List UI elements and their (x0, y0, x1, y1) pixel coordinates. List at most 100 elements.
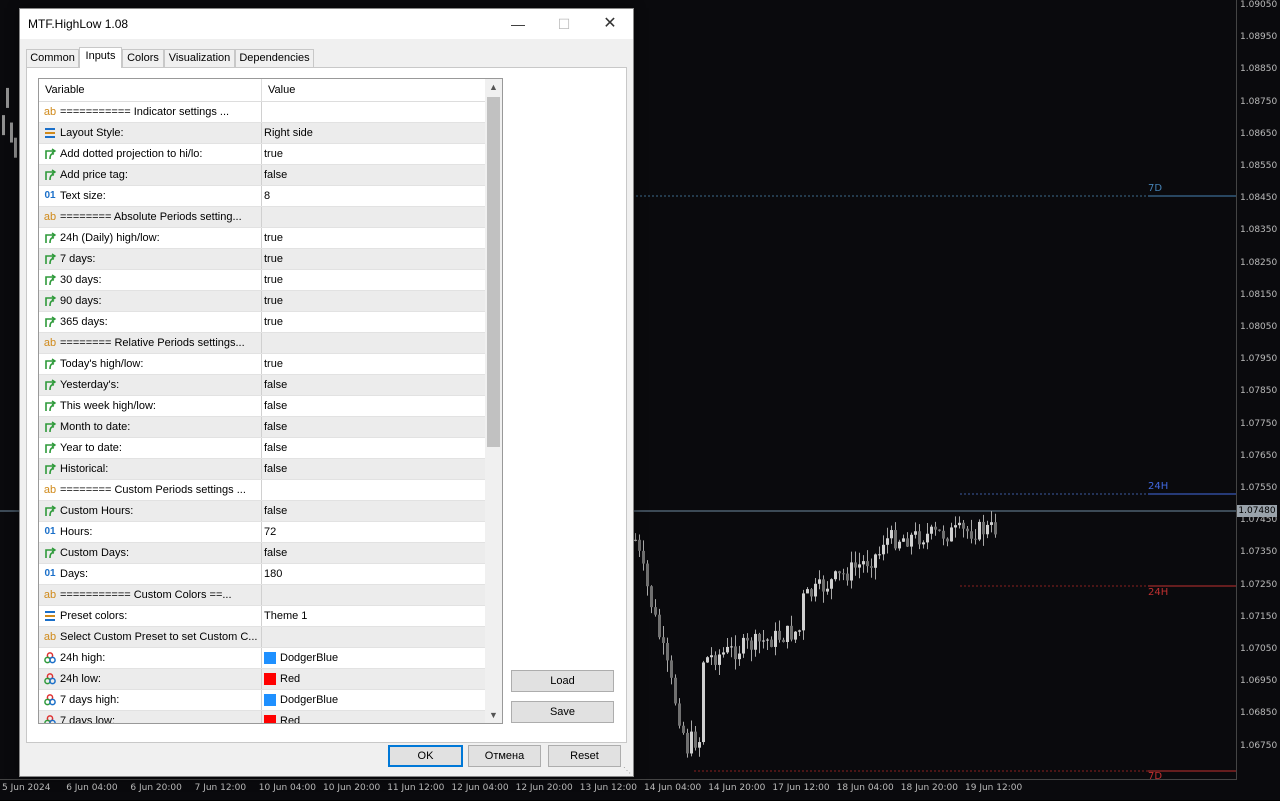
header-value[interactable]: Value (262, 79, 484, 101)
table-row[interactable]: 7 days high: DodgerBlue (39, 690, 485, 711)
table-row[interactable]: 01 Days: 180 (39, 564, 485, 585)
value-cell[interactable]: 8 (262, 186, 485, 206)
value-cell[interactable]: true (262, 354, 485, 374)
table-row[interactable]: 01 Text size: 8 (39, 186, 485, 207)
candle-body (694, 731, 697, 748)
tab-inputs[interactable]: Inputs (79, 47, 122, 68)
value-cell[interactable] (262, 102, 485, 122)
table-row[interactable]: 24h (Daily) high/low: true (39, 228, 485, 249)
save-button[interactable]: Save (511, 701, 614, 723)
value-cell[interactable]: Red (262, 711, 485, 723)
value-cell[interactable]: true (262, 144, 485, 164)
table-row[interactable]: ab ======== Custom Periods settings ... (39, 480, 485, 501)
value-cell[interactable]: false (262, 417, 485, 437)
table-row[interactable]: ab ======== Absolute Periods setting... (39, 207, 485, 228)
value-cell[interactable]: false (262, 165, 485, 185)
table-row[interactable]: ab ======== Relative Periods settings... (39, 333, 485, 354)
close-icon[interactable]: ✕ (587, 9, 633, 39)
table-row[interactable]: Month to date: false (39, 417, 485, 438)
value-cell[interactable]: 72 (262, 522, 485, 542)
table-row[interactable]: Yesterday's: false (39, 375, 485, 396)
bool-icon (43, 378, 57, 392)
value-cell[interactable]: Red (262, 669, 485, 689)
table-row[interactable]: Layout Style: Right side (39, 123, 485, 144)
table-row[interactable]: ab =========== Custom Colors ==... (39, 585, 485, 606)
candle-body (882, 544, 885, 555)
candle-body (690, 731, 693, 754)
inputs-grid[interactable]: Variable Value ab =========== Indicator s… (38, 78, 503, 724)
value-cell[interactable]: true (262, 228, 485, 248)
table-row[interactable]: Add price tag: false (39, 165, 485, 186)
value-cell[interactable] (262, 585, 485, 605)
value-cell[interactable]: false (262, 501, 485, 521)
table-row[interactable]: Historical: false (39, 459, 485, 480)
value-cell[interactable]: false (262, 396, 485, 416)
table-row[interactable]: 90 days: true (39, 291, 485, 312)
table-row[interactable]: ab Select Custom Preset to set Custom C..… (39, 627, 485, 648)
tab-common[interactable]: Common (26, 49, 79, 67)
candle-body (670, 660, 673, 678)
candle-body (2, 115, 5, 136)
price-tick-label: 1.08050 (1240, 322, 1278, 332)
value-cell[interactable] (262, 480, 485, 500)
value-cell[interactable]: false (262, 459, 485, 479)
candle-body (894, 530, 897, 549)
time-tick-label: 6 Jun 20:00 (130, 783, 182, 793)
table-row[interactable]: Add dotted projection to hi/lo: true (39, 144, 485, 165)
value-cell[interactable]: false (262, 438, 485, 458)
table-row[interactable]: 365 days: true (39, 312, 485, 333)
load-button[interactable]: Load (511, 670, 614, 692)
value-cell[interactable]: Theme 1 (262, 606, 485, 626)
scroll-up-icon[interactable]: ▲ (485, 79, 502, 95)
value-cell[interactable] (262, 207, 485, 227)
reset-button[interactable]: Reset (548, 745, 621, 767)
value-cell[interactable]: false (262, 375, 485, 395)
ok-button[interactable]: OK (388, 745, 463, 767)
scroll-down-icon[interactable]: ▼ (485, 707, 502, 723)
variable-label: 7 days: (60, 253, 96, 265)
bool-icon (43, 252, 57, 266)
cancel-button[interactable]: Отмена (468, 745, 541, 767)
candle-body (686, 732, 689, 754)
value-cell[interactable]: 180 (262, 564, 485, 584)
value-cell[interactable]: true (262, 249, 485, 269)
table-row[interactable]: Custom Days: false (39, 543, 485, 564)
table-row[interactable]: 24h low: Red (39, 669, 485, 690)
tab-dependencies[interactable]: Dependencies (235, 49, 314, 67)
value-cell[interactable]: true (262, 312, 485, 332)
candle-body (662, 637, 665, 644)
grid-scrollbar[interactable]: ▲ ▼ (485, 79, 502, 723)
table-row[interactable]: 30 days: true (39, 270, 485, 291)
table-row[interactable]: ab =========== Indicator settings ... (39, 102, 485, 123)
tab-visualization[interactable]: Visualization (164, 49, 235, 67)
resize-grip-icon[interactable]: ⋱ (623, 766, 631, 775)
scroll-thumb[interactable] (487, 97, 500, 447)
candle-body (838, 571, 841, 574)
value-cell[interactable]: Right side (262, 123, 485, 143)
minimize-icon[interactable]: — (495, 9, 541, 39)
table-row[interactable]: Preset colors: Theme 1 (39, 606, 485, 627)
table-row[interactable]: 7 days low: Red (39, 711, 485, 723)
variable-label: Custom Days: (60, 547, 130, 559)
table-row[interactable]: 24h high: DodgerBlue (39, 648, 485, 669)
value-cell[interactable]: true (262, 291, 485, 311)
value-cell[interactable]: false (262, 543, 485, 563)
variable-cell: ab ======== Custom Periods settings ... (39, 480, 262, 500)
table-row[interactable]: Today's high/low: true (39, 354, 485, 375)
value-cell[interactable] (262, 627, 485, 647)
value-cell[interactable] (262, 333, 485, 353)
indicator-properties-dialog: MTF.HighLow 1.08 — ☐ ✕ Common Inputs Col… (19, 8, 634, 777)
dialog-titlebar[interactable]: MTF.HighLow 1.08 — ☐ ✕ (20, 9, 633, 39)
candle-body (870, 566, 873, 568)
value-cell[interactable]: DodgerBlue (262, 690, 485, 710)
table-row[interactable]: Custom Hours: false (39, 501, 485, 522)
value-cell[interactable]: DodgerBlue (262, 648, 485, 668)
table-row[interactable]: 7 days: true (39, 249, 485, 270)
table-row[interactable]: Year to date: false (39, 438, 485, 459)
variable-cell: 01 Text size: (39, 186, 262, 206)
table-row[interactable]: 01 Hours: 72 (39, 522, 485, 543)
table-row[interactable]: This week high/low: false (39, 396, 485, 417)
tab-colors[interactable]: Colors (122, 49, 164, 67)
value-cell[interactable]: true (262, 270, 485, 290)
header-variable[interactable]: Variable (39, 79, 262, 101)
